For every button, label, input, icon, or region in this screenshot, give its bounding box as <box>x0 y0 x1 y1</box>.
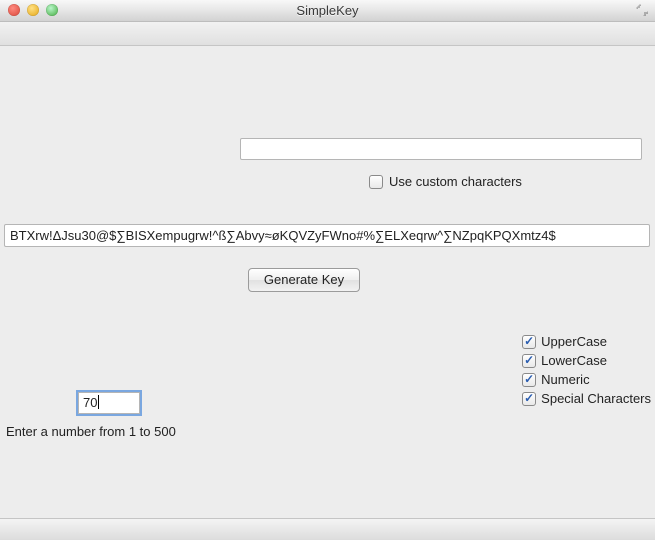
length-hint: Enter a number from 1 to 500 <box>6 424 176 439</box>
options-group: UpperCase LowerCase Numeric Special Char… <box>522 334 651 406</box>
window-title: SimpleKey <box>0 3 655 18</box>
content-area: Use custom characters BTXrw!ΔJsu30@$∑BIS… <box>0 46 655 540</box>
uppercase-label: UpperCase <box>541 334 607 349</box>
option-uppercase: UpperCase <box>522 334 651 349</box>
generated-key-output[interactable]: BTXrw!ΔJsu30@$∑BISXempugrw!^ß∑Abvy≈øKQVZ… <box>4 224 650 247</box>
title-bar: SimpleKey <box>0 0 655 22</box>
numeric-checkbox[interactable] <box>522 373 536 387</box>
option-special: Special Characters <box>522 391 651 406</box>
custom-characters-input[interactable] <box>240 138 642 160</box>
generate-key-button[interactable]: Generate Key <box>248 268 360 292</box>
option-lowercase: LowerCase <box>522 353 651 368</box>
use-custom-checkbox[interactable] <box>369 175 383 189</box>
length-input[interactable]: 70 <box>78 392 140 414</box>
numeric-label: Numeric <box>541 372 589 387</box>
close-icon[interactable] <box>8 4 20 16</box>
lowercase-checkbox[interactable] <box>522 354 536 368</box>
fullscreen-icon[interactable] <box>635 3 649 17</box>
toolbar-strip <box>0 22 655 46</box>
text-cursor <box>98 395 99 409</box>
option-numeric: Numeric <box>522 372 651 387</box>
use-custom-label: Use custom characters <box>389 174 522 189</box>
lowercase-label: LowerCase <box>541 353 607 368</box>
special-label: Special Characters <box>541 391 651 406</box>
use-custom-row: Use custom characters <box>369 174 522 189</box>
zoom-icon[interactable] <box>46 4 58 16</box>
minimize-icon[interactable] <box>27 4 39 16</box>
special-checkbox[interactable] <box>522 392 536 406</box>
status-strip <box>0 518 655 540</box>
window-controls <box>8 4 58 16</box>
length-value: 70 <box>83 395 97 410</box>
uppercase-checkbox[interactable] <box>522 335 536 349</box>
